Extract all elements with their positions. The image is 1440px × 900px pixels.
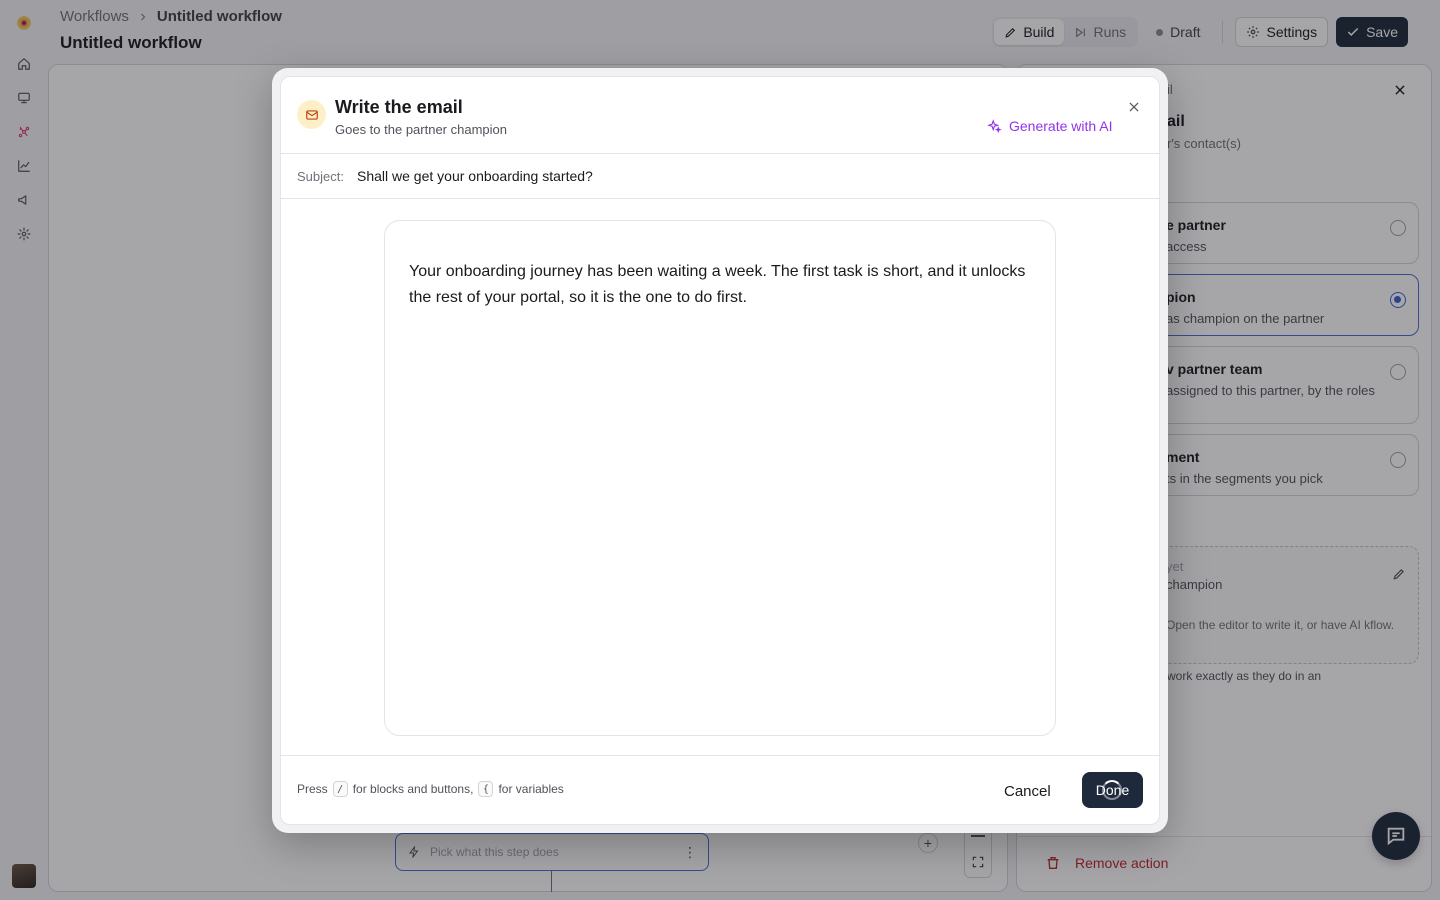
subject-input[interactable] [351,163,1131,189]
dialog-title: Write the email [335,97,463,117]
email-body-editor[interactable]: Your onboarding journey has been waiting… [384,220,1056,736]
dialog-header: Write the email Goes to the partner cham… [281,77,1159,154]
dialog-subtitle: Goes to the partner champion [335,122,507,137]
email-editor-dialog-frame: Write the email Goes to the partner cham… [272,68,1168,833]
close-icon[interactable] [1127,100,1141,114]
email-editor-dialog: Write the email Goes to the partner cham… [280,76,1160,825]
hint-text: for variables [498,782,564,796]
generate-with-ai-label: Generate with AI [1009,118,1113,134]
subject-label: Subject: [297,169,344,184]
subject-row: Subject: [281,154,1159,199]
hint-text: for blocks and buttons, [352,782,474,796]
generate-with-ai-button[interactable]: Generate with AI [987,118,1113,134]
editor-hint: Press / for blocks and buttons, { for va… [297,781,564,797]
cancel-button[interactable]: Cancel [1004,778,1051,804]
hint-text: Press [297,782,328,796]
dialog-footer: Press / for blocks and buttons, { for va… [281,755,1159,825]
done-button[interactable]: Done [1082,772,1143,808]
kbd-brace: { [478,781,494,797]
sparkles-icon [987,118,1002,133]
mail-icon [297,100,326,129]
email-body-text[interactable]: Your onboarding journey has been waiting… [409,259,1029,311]
kbd-slash: / [332,781,348,797]
loading-spinner-icon [1102,780,1122,800]
dialog-body: Your onboarding journey has been waiting… [281,199,1159,755]
